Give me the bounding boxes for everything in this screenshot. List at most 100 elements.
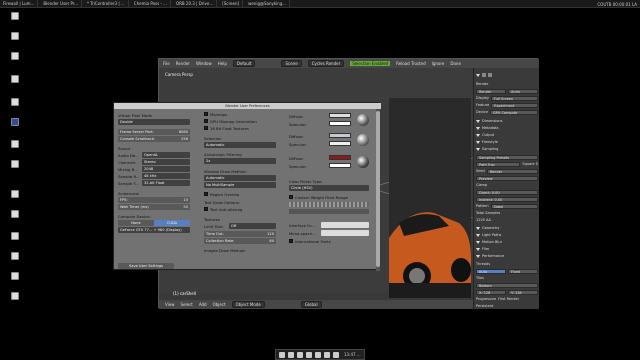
task-item[interactable]: * TriController3 | ... [84, 0, 129, 7]
menu-help[interactable]: Help [218, 61, 227, 66]
geometry-section[interactable]: Geometry [482, 226, 499, 230]
status-ignore[interactable]: Ignore [432, 61, 445, 66]
desktop-icon[interactable] [8, 160, 22, 174]
clamp-indirect[interactable]: Indirect: 0.00 [476, 196, 538, 202]
desktop-icon[interactable] [8, 210, 22, 224]
multisample-select[interactable]: No MultiSample [204, 182, 276, 188]
threads-auto[interactable]: Auto [476, 268, 506, 274]
status-selection[interactable]: Selection Enabled [350, 61, 391, 66]
collection-rate-field[interactable]: Collection Rate: 60 [204, 238, 276, 244]
desktop-icon[interactable] [8, 52, 22, 66]
region-overlap-checkbox[interactable]: Region Overlap [204, 192, 239, 197]
specular-swatch-3[interactable] [329, 163, 351, 168]
render-samples[interactable]: Render [486, 168, 538, 174]
text-aa-checkbox[interactable]: Text Anti-aliasing [204, 207, 242, 212]
anim-button[interactable]: Anim [508, 88, 538, 94]
limit-size-select[interactable]: Off [229, 223, 276, 229]
preview-samples[interactable]: Preview [476, 175, 538, 181]
custom-weight-checkbox[interactable]: Custom Weight Paint Range [289, 195, 348, 200]
diffuse-swatch-2[interactable] [329, 133, 351, 138]
display-select[interactable]: Full Screen [490, 95, 538, 101]
selection-select[interactable]: Automatic [204, 142, 276, 148]
desktop-icon[interactable] [8, 32, 22, 46]
channels-select[interactable]: Stereo [142, 159, 190, 165]
footer-object[interactable]: Object [213, 302, 226, 307]
weight-ramp[interactable] [289, 202, 369, 207]
time-out-field[interactable]: Time Out: 120 [204, 231, 276, 237]
freestyle-section[interactable]: Freestyle [482, 140, 498, 144]
desktop-icon[interactable] [8, 140, 22, 154]
audio-device-select[interactable]: OpenAL [142, 152, 190, 158]
footer-view[interactable]: View [165, 302, 175, 307]
gpu-mipmap-checkbox[interactable]: GPU Mipmap Generation [204, 119, 257, 124]
layers-tab-icon[interactable] [488, 73, 492, 77]
task-item[interactable]: ORB 20.3 | Drive... [173, 0, 218, 7]
task-item[interactable]: Firewall | Lum... [0, 0, 39, 7]
specular-swatch-2[interactable] [329, 141, 351, 146]
dialog-scrollbar[interactable] [376, 109, 380, 271]
mono-font-field[interactable] [321, 230, 369, 236]
menu-render[interactable]: Render [176, 61, 190, 66]
device-select[interactable]: GPU Compute [489, 109, 538, 115]
pattern-select[interactable]: Sobol [490, 203, 538, 209]
compute-cuda-button[interactable]: CUDA [154, 220, 190, 226]
dock-app-icon[interactable] [279, 351, 285, 358]
status-done[interactable]: Done [450, 61, 461, 66]
task-item[interactable]: [Screen] [219, 0, 244, 7]
frame-server-port[interactable]: Frame Server Port: 8080 [118, 129, 190, 135]
clamp-direct[interactable]: Direct: 0.00 [476, 189, 538, 195]
interface-font-field[interactable] [321, 222, 369, 228]
scene-select[interactable]: Scene [281, 60, 302, 67]
output-section[interactable]: Output [482, 133, 494, 137]
console-scrollback[interactable]: Console Scrollback: 256 [118, 136, 190, 142]
dock-app-icon[interactable] [315, 351, 321, 358]
anisotropic-select[interactable]: 2x [204, 158, 276, 164]
menu-window[interactable]: Window [196, 61, 212, 66]
sampling-presets-select[interactable]: Sampling Presets [476, 154, 538, 160]
scrollbar-thumb[interactable] [376, 111, 380, 267]
desktop-icon[interactable] [8, 98, 22, 112]
dimensions-section[interactable]: Dimensions [482, 119, 502, 123]
dock-app-icon[interactable] [333, 351, 339, 358]
light-paths-section[interactable]: Light Paths [482, 233, 501, 237]
engine-select[interactable]: Cycles Render [307, 60, 345, 67]
footer-select[interactable]: Select [181, 302, 193, 307]
orientation-select[interactable]: Global [300, 301, 322, 308]
sample-rate-select[interactable]: 48 kHz [142, 173, 190, 179]
diffuse-swatch-3[interactable] [329, 155, 351, 160]
threads-fixed[interactable]: Fixed [508, 268, 538, 274]
desktop-icon[interactable] [8, 118, 22, 132]
sample-format-select[interactable]: 32-bit Float [142, 180, 190, 186]
fps-field[interactable]: FPS: 10 [118, 197, 190, 203]
save-user-settings-button[interactable]: Save User Settings [118, 263, 174, 269]
ramp-controls[interactable] [289, 209, 369, 214]
desktop-icon[interactable] [8, 252, 22, 266]
motion-blur-section[interactable]: Motion Blur [482, 240, 502, 244]
wait-timer-field[interactable]: Wait Timer (ms) 50 [118, 204, 190, 210]
status-reload[interactable]: Reload Trusted [396, 61, 426, 66]
metadata-section[interactable]: Metadata [482, 126, 499, 130]
dock-app-icon[interactable] [288, 351, 294, 358]
render-section-label[interactable]: Render [476, 82, 488, 86]
menu-file[interactable]: File [163, 61, 170, 66]
performance-section[interactable]: Performance [482, 254, 504, 258]
render-button[interactable]: Render [476, 88, 506, 94]
desktop-icon[interactable] [8, 190, 22, 204]
gpu-select[interactable]: GeForce GTX 77... + 980 (Display) [118, 227, 190, 233]
task-item[interactable]: Blender User Pr... [40, 0, 82, 7]
desktop-icon[interactable] [8, 12, 22, 26]
task-item[interactable]: wenig@Sanyking... [245, 0, 291, 7]
desktop-icon[interactable] [8, 75, 22, 89]
tile-x[interactable]: X: 128 [476, 289, 506, 295]
tile-y[interactable]: Y: 128 [508, 289, 538, 295]
desktop-icon[interactable] [8, 292, 22, 306]
float-textures-checkbox[interactable]: 16 Bit Float Textures [204, 126, 249, 131]
dock-app-icon[interactable] [306, 351, 312, 358]
compute-none-button[interactable]: None [118, 220, 154, 226]
render-tab-icon[interactable] [482, 73, 486, 77]
dock-app-icon[interactable] [297, 351, 303, 358]
mipmaps-checkbox[interactable]: Mipmaps [204, 112, 227, 117]
window-draw-select[interactable]: Automatic [204, 175, 276, 181]
intl-fonts-checkbox[interactable]: International Fonts [289, 239, 331, 244]
mixing-select[interactable]: 2048 [142, 166, 190, 172]
